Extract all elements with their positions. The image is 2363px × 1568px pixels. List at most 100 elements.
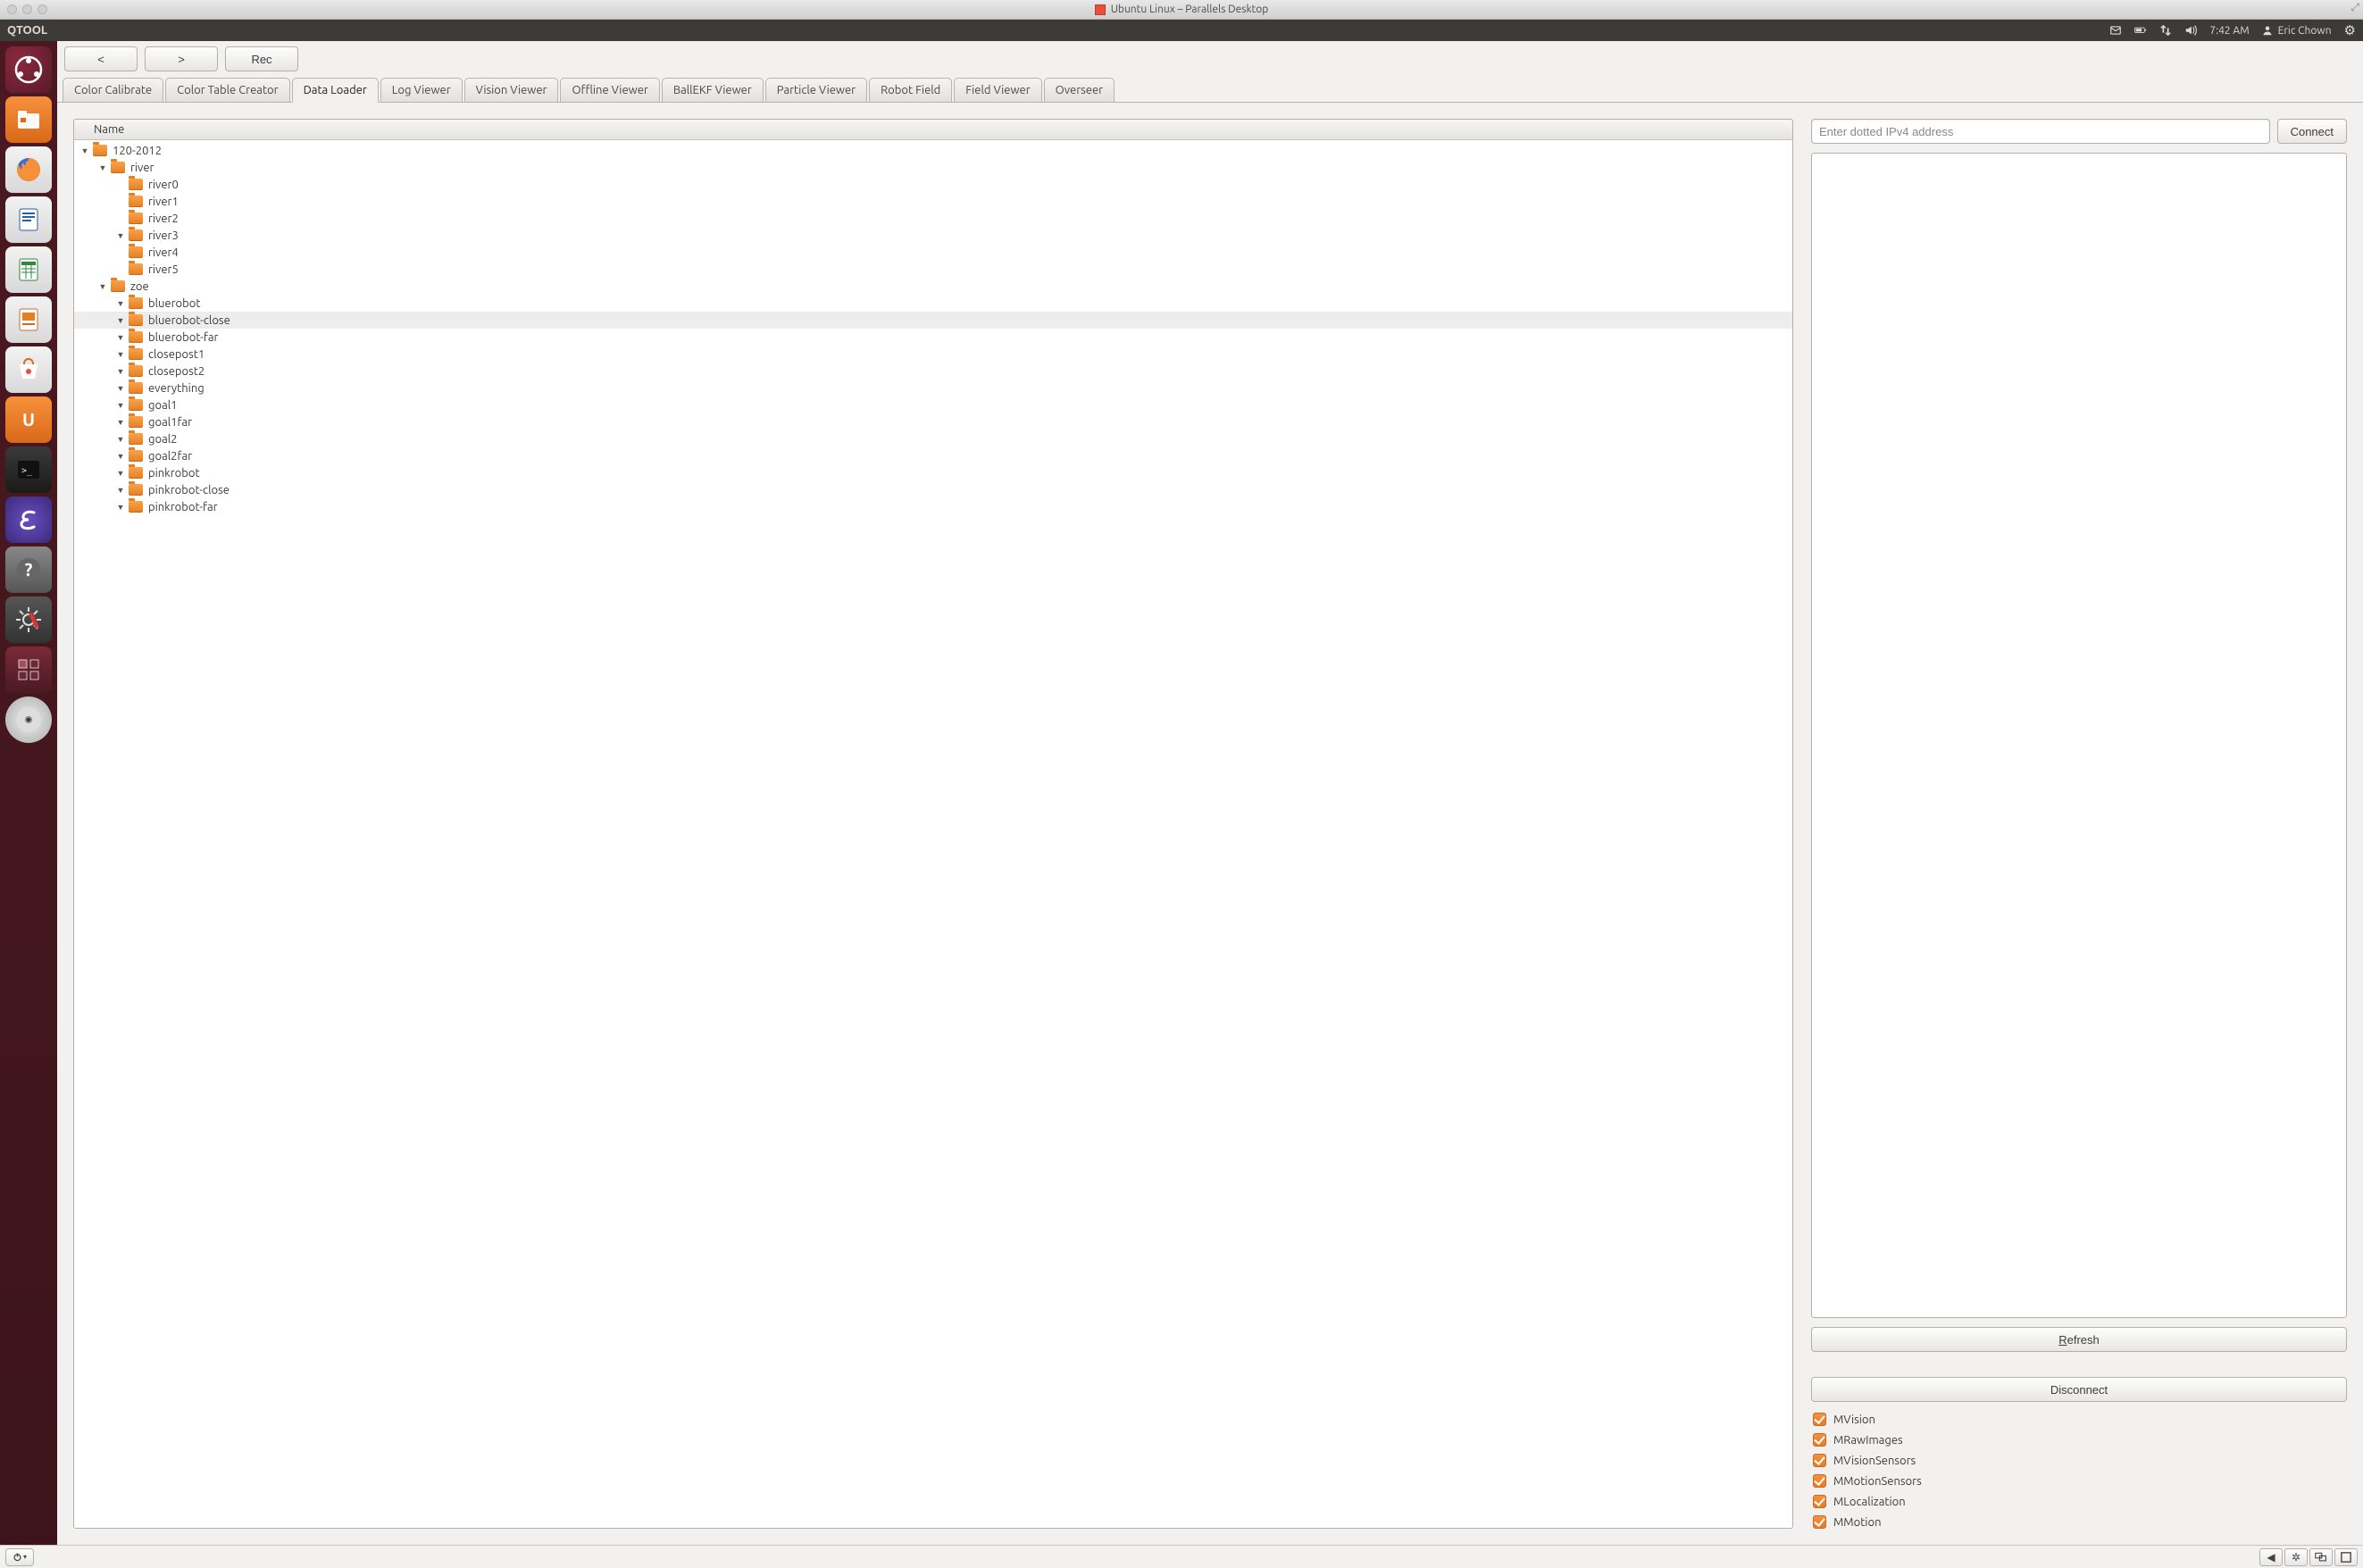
launcher-software-center[interactable] [5, 346, 52, 393]
launcher-impress[interactable] [5, 296, 52, 343]
refresh-button[interactable]: Refresh [1811, 1327, 2347, 1352]
launcher-media-disc[interactable] [5, 696, 52, 743]
tab-particle-viewer[interactable]: Particle Viewer [765, 78, 867, 102]
chevron-down-icon[interactable]: ▼ [115, 418, 126, 427]
module-check-mmotionsensors[interactable]: MMotionSensors [1813, 1474, 2345, 1488]
chevron-down-icon[interactable]: ▼ [115, 435, 126, 444]
back-button[interactable]: < [64, 46, 138, 71]
chevron-down-icon[interactable]: ▼ [97, 163, 108, 172]
tree-row[interactable]: ▼everything [74, 379, 1792, 396]
tree-row[interactable]: ▼bluerobot-far [74, 329, 1792, 346]
tree-row[interactable]: ▼goal2far [74, 447, 1792, 464]
tree-row[interactable]: ▼river3 [74, 227, 1792, 244]
tree-body[interactable]: ▼120-2012▼river▼river0▼river1▼river2▼riv… [74, 140, 1792, 1528]
tab-ballekf-viewer[interactable]: BallEKF Viewer [662, 78, 764, 102]
tree-row[interactable]: ▼120-2012 [74, 142, 1792, 159]
tree-row[interactable]: ▼pinkrobot [74, 464, 1792, 481]
tree-row[interactable]: ▼river1 [74, 193, 1792, 210]
chevron-down-icon[interactable]: ▼ [115, 503, 126, 512]
tree-label: river [130, 162, 154, 174]
battery-icon[interactable] [2134, 24, 2147, 37]
module-check-mrawimages[interactable]: MRawImages [1813, 1433, 2345, 1447]
launcher-writer[interactable] [5, 196, 52, 243]
tab-robot-field[interactable]: Robot Field [869, 78, 952, 102]
tab-color-table-creator[interactable]: Color Table Creator [165, 78, 289, 102]
tree-row[interactable]: ▼river0 [74, 176, 1792, 193]
module-check-mvisionsensors[interactable]: MVisionSensors [1813, 1454, 2345, 1467]
tree-row[interactable]: ▼pinkrobot-close [74, 481, 1792, 498]
tree-row[interactable]: ▼goal1far [74, 413, 1792, 430]
launcher-terminal[interactable]: >_ [5, 446, 52, 493]
footer-back-button[interactable]: ◀ [2259, 1548, 2283, 1566]
launcher-calc[interactable] [5, 246, 52, 293]
chevron-down-icon[interactable]: ▼ [115, 469, 126, 478]
close-window-icon[interactable] [7, 4, 17, 14]
tree-row[interactable]: ▼bluerobot [74, 295, 1792, 312]
tab-field-viewer[interactable]: Field Viewer [954, 78, 1041, 102]
tree-row[interactable]: ▼river4 [74, 244, 1792, 261]
gear-icon[interactable] [2344, 22, 2356, 38]
tree-row[interactable]: ▼river2 [74, 210, 1792, 227]
minimize-window-icon[interactable] [22, 4, 32, 14]
tab-color-calibrate[interactable]: Color Calibrate [63, 78, 163, 102]
tab-log-viewer[interactable]: Log Viewer [380, 78, 463, 102]
module-check-mvision[interactable]: MVision [1813, 1413, 2345, 1426]
tree-row[interactable]: ▼bluerobot-close [74, 312, 1792, 329]
tab-overseer[interactable]: Overseer [1044, 78, 1115, 102]
volume-icon[interactable] [2184, 24, 2197, 37]
chevron-down-icon[interactable]: ▼ [115, 299, 126, 308]
checkbox-icon [1813, 1515, 1826, 1529]
launcher-dash[interactable] [5, 46, 52, 93]
log-listbox[interactable] [1811, 153, 2347, 1318]
tree-row[interactable]: ▼goal2 [74, 430, 1792, 447]
chevron-down-icon[interactable]: ▼ [115, 231, 126, 240]
clock[interactable]: 7:42 AM [2209, 25, 2249, 37]
app-menu-name[interactable]: QTOOL [7, 24, 47, 37]
footer-gear-button[interactable]: ✲ [2284, 1548, 2308, 1566]
rec-button[interactable]: Rec [225, 46, 298, 71]
launcher-ubuntu-one[interactable]: U [5, 396, 52, 443]
connect-button[interactable]: Connect [2277, 119, 2347, 144]
chevron-down-icon[interactable]: ▼ [115, 401, 126, 410]
tree-row[interactable]: ▼closepost2 [74, 363, 1792, 379]
chevron-down-icon[interactable]: ▼ [115, 452, 126, 461]
tree-row[interactable]: ▼zoe [74, 278, 1792, 295]
footer-coherence-button[interactable] [2309, 1548, 2333, 1566]
chevron-down-icon[interactable]: ▼ [97, 282, 108, 291]
disconnect-button[interactable]: Disconnect [1811, 1377, 2347, 1402]
tree-column-header[interactable]: Name [74, 120, 1792, 140]
module-check-mlocalization[interactable]: MLocalization [1813, 1495, 2345, 1508]
module-check-mmotion[interactable]: MMotion [1813, 1515, 2345, 1529]
chevron-down-icon[interactable]: ▼ [115, 333, 126, 342]
chevron-down-icon[interactable]: ▼ [115, 367, 126, 376]
forward-button[interactable]: > [145, 46, 218, 71]
launcher-firefox[interactable] [5, 146, 52, 193]
launcher-settings[interactable] [5, 596, 52, 643]
tree-label: river0 [148, 179, 179, 191]
tree-row[interactable]: ▼closepost1 [74, 346, 1792, 363]
user-menu[interactable]: Eric Chown [2262, 25, 2332, 37]
ip-address-input[interactable] [1811, 119, 2270, 144]
footer-fullscreen-button[interactable] [2334, 1548, 2358, 1566]
tree-row[interactable]: ▼pinkrobot-far [74, 498, 1792, 515]
launcher-emacs[interactable] [5, 496, 52, 543]
launcher-files[interactable] [5, 96, 52, 143]
mail-icon[interactable] [2109, 24, 2122, 37]
fullscreen-icon[interactable]: ⤢ [2350, 2, 2359, 14]
chevron-down-icon[interactable]: ▼ [115, 350, 126, 359]
network-icon[interactable] [2159, 24, 2172, 37]
launcher-help[interactable]: ? [5, 546, 52, 593]
tree-row[interactable]: ▼ river [74, 159, 1792, 176]
launcher-workspace-switcher[interactable] [5, 646, 52, 693]
tab-vision-viewer[interactable]: Vision Viewer [464, 78, 559, 102]
chevron-down-icon[interactable]: ▼ [115, 316, 126, 325]
zoom-window-icon[interactable] [38, 4, 47, 14]
tree-row[interactable]: ▼river5 [74, 261, 1792, 278]
tab-offline-viewer[interactable]: Offline Viewer [560, 78, 659, 102]
power-button[interactable]: ▾ [5, 1548, 34, 1566]
chevron-down-icon[interactable]: ▼ [115, 384, 126, 393]
tab-data-loader[interactable]: Data Loader [292, 78, 379, 103]
chevron-down-icon[interactable]: ▼ [115, 486, 126, 495]
chevron-down-icon[interactable]: ▼ [79, 146, 90, 155]
tree-row[interactable]: ▼goal1 [74, 396, 1792, 413]
